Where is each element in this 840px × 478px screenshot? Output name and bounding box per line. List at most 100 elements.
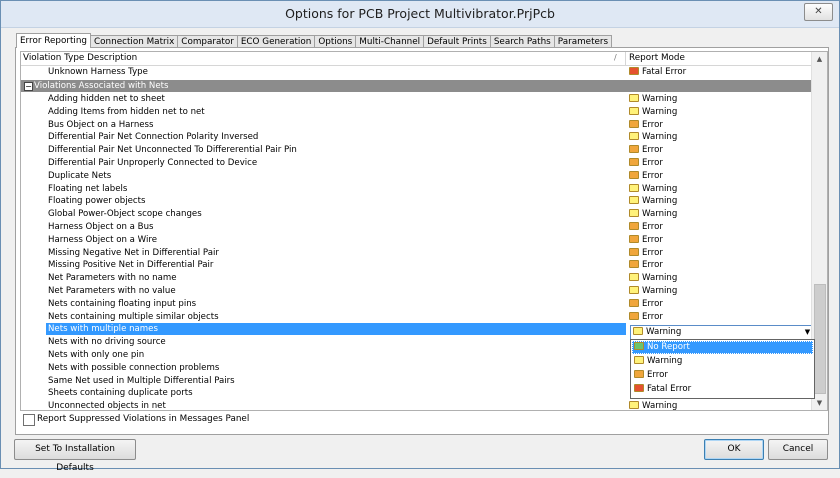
- report-mode-cell[interactable]: Error: [629, 260, 663, 271]
- error-folder-icon: [629, 222, 639, 230]
- violation-label: Adding hidden net to sheet: [48, 94, 165, 104]
- violation-label: Adding Items from hidden net to net: [48, 106, 205, 117]
- report-mode-combo[interactable]: Warning ▼: [630, 325, 815, 340]
- violation-row[interactable]: Nets containing multiple similar objects…: [21, 311, 811, 324]
- ok-button[interactable]: OK: [704, 439, 764, 460]
- report-mode-text: Warning: [642, 132, 678, 143]
- violation-label: Nets with no driving source: [48, 337, 166, 348]
- violation-row[interactable]: Bus Object on a Harness Error: [21, 119, 811, 132]
- report-suppressed-checkbox[interactable]: [23, 414, 35, 426]
- report-mode-cell[interactable]: Warning: [629, 183, 677, 195]
- report-mode-cell[interactable]: Error: [629, 247, 663, 259]
- report-mode-cell[interactable]: Warning: [629, 106, 678, 118]
- error-folder-icon: [629, 145, 639, 154]
- violation-row[interactable]: Missing Positive Net in Differential Pai…: [21, 259, 811, 272]
- violation-label: Missing Positive Net in Differential Pai…: [48, 260, 214, 271]
- warning-folder-icon: [633, 327, 643, 335]
- violation-row[interactable]: Duplicate Nets Error: [21, 170, 811, 183]
- report-mode-cell[interactable]: Error: [629, 311, 663, 323]
- violation-row[interactable]: Net Parameters with no name Warning: [21, 272, 811, 285]
- violation-label: Unconnected objects in net: [48, 401, 166, 411]
- dropdown-option-warning[interactable]: Warning: [632, 355, 813, 368]
- report-mode-text: Error: [642, 158, 663, 168]
- report-mode-text: Warning: [642, 196, 678, 207]
- violation-row[interactable]: Adding hidden net to sheet Warning: [21, 93, 811, 106]
- report-mode-text: Error: [642, 145, 663, 156]
- error-folder-icon: [629, 247, 639, 256]
- warning-folder-icon: [629, 132, 639, 141]
- violation-label: Harness Object on a Bus: [48, 222, 154, 232]
- violation-label: Floating net labels: [48, 183, 128, 194]
- report-mode-cell[interactable]: Warning: [629, 196, 677, 207]
- dropdown-option-label: Error: [647, 370, 668, 380]
- column-header-report-mode[interactable]: Report Mode: [629, 53, 685, 63]
- report-mode-cell[interactable]: Error: [629, 119, 663, 131]
- report-mode-cell[interactable]: Warning: [629, 94, 677, 105]
- report-mode-text: Warning: [642, 106, 678, 117]
- dropdown-option-label: Fatal Error: [647, 384, 692, 394]
- error-folder-icon: [629, 298, 639, 307]
- report-mode-cell[interactable]: Error: [629, 170, 663, 182]
- cancel-button[interactable]: Cancel: [768, 439, 828, 460]
- warning-folder-icon: [629, 401, 639, 410]
- violation-row[interactable]: Adding Items from hidden net to net Warni…: [21, 106, 811, 119]
- no-report-folder-icon: [634, 342, 644, 350]
- violation-row[interactable]: Global Power-Object scope changes Warning: [21, 208, 811, 221]
- warning-folder-icon: [629, 183, 639, 192]
- report-mode-cell[interactable]: Error: [629, 234, 663, 246]
- report-mode-cell[interactable]: Warning: [629, 286, 677, 297]
- violation-grid: Violation Type Description / Report Mode…: [20, 51, 828, 411]
- report-mode-cell[interactable]: Error: [629, 298, 663, 310]
- violation-row[interactable]: Net Parameters with no value Warning: [21, 285, 811, 298]
- violation-row[interactable]: Differential Pair Net Connection Polarit…: [21, 131, 811, 144]
- violation-row[interactable]: Floating power objects Warning: [21, 195, 811, 208]
- violation-row[interactable]: Harness Object on a Bus Error: [21, 221, 811, 234]
- group-header-nets[interactable]: − Violations Associated with Nets: [21, 80, 811, 92]
- report-mode-cell[interactable]: Error: [629, 145, 663, 156]
- warning-folder-icon: [629, 273, 639, 282]
- scroll-up-icon[interactable]: ▲: [812, 52, 827, 66]
- warning-folder-icon: [629, 286, 639, 294]
- report-mode-combo-value: Warning: [633, 327, 681, 337]
- violation-row[interactable]: Floating net labels Warning: [21, 183, 811, 196]
- grid-header: Violation Type Description / Report Mode: [21, 52, 811, 66]
- report-mode-text: Warning: [642, 209, 678, 220]
- dropdown-option-fatal-error[interactable]: Fatal Error: [632, 383, 813, 396]
- error-folder-icon: [629, 311, 639, 320]
- warning-folder-icon: [629, 209, 639, 218]
- report-mode-cell[interactable]: Warning: [629, 209, 677, 220]
- report-mode-text: Warning: [642, 273, 678, 284]
- close-button[interactable]: ✕: [804, 3, 833, 21]
- warning-folder-icon: [634, 356, 644, 364]
- report-mode-cell[interactable]: Warning: [629, 401, 677, 410]
- violation-label: Duplicate Nets: [48, 170, 112, 181]
- violation-row[interactable]: Harness Object on a Wire Error: [21, 234, 811, 247]
- violation-row[interactable]: Unknown Harness Type Fatal Error: [21, 66, 811, 79]
- violation-row[interactable]: Differential Pair Unproperly Connected t…: [21, 157, 811, 170]
- violation-row[interactable]: Unconnected objects in net Warning: [21, 400, 811, 411]
- report-mode-text: Error: [642, 298, 663, 309]
- collapse-icon[interactable]: −: [24, 82, 33, 91]
- report-mode-cell[interactable]: Warning: [629, 132, 677, 143]
- violation-row[interactable]: Nets containing floating input pins Error: [21, 298, 811, 311]
- violation-label: Differential Pair Unproperly Connected t…: [48, 158, 258, 168]
- column-divider[interactable]: [625, 52, 626, 65]
- options-dialog: Options for PCB Project Multivibrator.Pr…: [0, 0, 840, 473]
- report-suppressed-label: Report Suppressed Violations in Messages…: [37, 414, 250, 424]
- dropdown-option-error[interactable]: Error: [632, 369, 813, 382]
- scroll-thumb[interactable]: [814, 284, 826, 394]
- violation-label: Nets with only one pin: [48, 350, 145, 360]
- violation-row[interactable]: Missing Negative Net in Differential Pai…: [21, 247, 811, 260]
- set-installation-defaults-button[interactable]: Set To Installation Defaults: [14, 439, 136, 473]
- report-mode-cell[interactable]: Error: [629, 158, 663, 169]
- violation-row[interactable]: Differential Pair Net Unconnected To Dif…: [21, 144, 811, 157]
- report-mode-cell[interactable]: Error: [629, 222, 663, 233]
- tab-error-reporting[interactable]: Error Reporting: [16, 33, 92, 48]
- error-folder-icon: [629, 170, 639, 179]
- warning-folder-icon: [629, 196, 639, 205]
- report-mode-cell[interactable]: Warning: [629, 273, 677, 284]
- column-header-description[interactable]: Violation Type Description: [23, 53, 137, 63]
- column-sort-icon: /: [614, 53, 617, 62]
- dropdown-option-no-report[interactable]: No Report: [632, 341, 813, 354]
- report-mode-cell[interactable]: Fatal Error: [629, 67, 686, 78]
